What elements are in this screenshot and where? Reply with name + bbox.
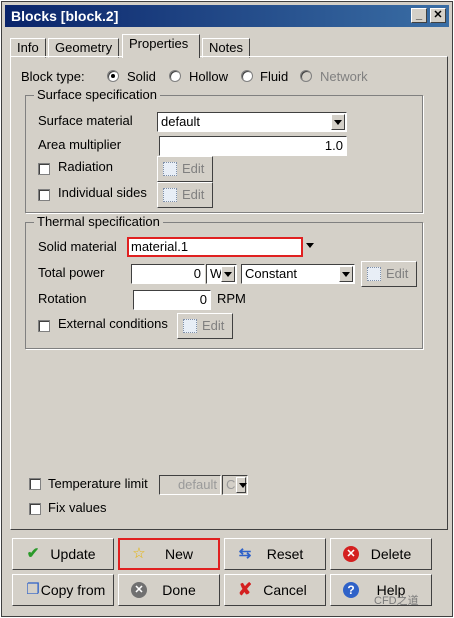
fix-values-label: Fix values bbox=[48, 500, 107, 515]
radio-fluid-label: Fluid bbox=[260, 69, 289, 84]
watermark: CFD之道 bbox=[374, 595, 419, 607]
sides-edit-button[interactable]: Edit bbox=[157, 182, 213, 208]
copy-icon: ❐ bbox=[26, 581, 40, 598]
tab-properties[interactable]: Properties bbox=[122, 34, 200, 58]
update-button[interactable]: ✔ Update bbox=[12, 538, 114, 570]
radiation-edit-label: Edit bbox=[182, 161, 205, 176]
chevron-down-icon[interactable] bbox=[339, 266, 353, 282]
temperature-limit-checkbox[interactable] bbox=[29, 478, 41, 490]
surface-material-select[interactable]: default bbox=[157, 112, 347, 132]
solid-material-label: Solid material bbox=[38, 239, 117, 254]
temperature-unit-select[interactable]: C bbox=[222, 475, 248, 495]
thermal-spec-group: Thermal specification Solid material mat… bbox=[25, 214, 423, 349]
temperature-unit-value: C bbox=[226, 477, 236, 492]
reset-button[interactable]: ⇆ Reset bbox=[224, 538, 326, 570]
update-label: Update bbox=[50, 546, 96, 562]
power-unit-select[interactable]: W bbox=[206, 264, 237, 284]
individual-sides-label: Individual sides bbox=[58, 185, 147, 200]
done-button[interactable]: ✕ Done bbox=[118, 574, 220, 606]
rotation-unit-label: RPM bbox=[217, 291, 246, 306]
block-type-label: Block type: bbox=[21, 69, 85, 84]
new-label: New bbox=[164, 546, 193, 562]
power-edit-button[interactable]: Edit bbox=[361, 261, 417, 287]
surface-spec-title: Surface specification bbox=[34, 87, 160, 102]
surface-spec-group: Surface specification Surface material d… bbox=[25, 87, 423, 213]
radio-hollow[interactable] bbox=[169, 70, 181, 82]
radio-solid-label: Solid bbox=[127, 69, 156, 84]
power-edit-label: Edit bbox=[386, 266, 409, 281]
external-conditions-checkbox[interactable] bbox=[38, 320, 50, 332]
done-label: Done bbox=[162, 582, 196, 598]
power-mode-select[interactable]: Constant bbox=[241, 264, 355, 284]
delete-button[interactable]: ✕ Delete bbox=[330, 538, 432, 570]
edit-icon bbox=[163, 188, 177, 202]
edit-icon bbox=[163, 162, 177, 176]
cancel-label: Cancel bbox=[263, 582, 307, 598]
individual-sides-checkbox[interactable] bbox=[38, 189, 50, 201]
blocks-window: Blocks [block.2] _ ✕ Info Geometry Prope… bbox=[1, 1, 453, 617]
total-power-input[interactable]: 0 bbox=[131, 264, 205, 284]
chevron-down-icon[interactable] bbox=[236, 477, 247, 493]
area-multiplier-label: Area multiplier bbox=[38, 137, 122, 152]
radiation-label: Radiation bbox=[58, 159, 113, 174]
refresh-icon: ⇆ bbox=[238, 545, 252, 562]
close-button[interactable]: ✕ bbox=[430, 8, 446, 23]
copy-from-button[interactable]: ❐ Copy from bbox=[12, 574, 114, 606]
chevron-down-icon[interactable] bbox=[304, 238, 318, 256]
new-button[interactable]: ☆ New bbox=[118, 538, 220, 570]
area-multiplier-input[interactable]: 1.0 bbox=[159, 136, 347, 156]
chevron-down-icon[interactable] bbox=[221, 266, 235, 282]
radiation-edit-button[interactable]: Edit bbox=[157, 156, 213, 182]
edit-icon bbox=[183, 319, 197, 333]
temperature-limit-input[interactable]: default bbox=[159, 475, 221, 495]
surface-material-value: default bbox=[161, 114, 201, 129]
solid-material-select[interactable]: material.1 bbox=[127, 237, 303, 257]
external-edit-label: Edit bbox=[202, 318, 225, 333]
radio-fluid[interactable] bbox=[241, 70, 253, 82]
tab-info[interactable]: Info bbox=[10, 38, 46, 58]
radio-hollow-label: Hollow bbox=[189, 69, 229, 84]
external-edit-button[interactable]: Edit bbox=[177, 313, 233, 339]
radio-network[interactable] bbox=[300, 70, 312, 82]
fix-values-checkbox[interactable] bbox=[29, 503, 41, 515]
reset-label: Reset bbox=[266, 546, 304, 562]
window-title: Blocks [block.2] bbox=[11, 8, 119, 24]
surface-material-label: Surface material bbox=[38, 113, 133, 128]
radio-solid[interactable] bbox=[107, 70, 119, 82]
delete-icon: ✕ bbox=[343, 546, 359, 562]
external-conditions-label: External conditions bbox=[58, 316, 168, 331]
tab-notes[interactable]: Notes bbox=[202, 38, 250, 58]
rotation-label: Rotation bbox=[38, 291, 87, 306]
copy-from-label: Copy from bbox=[40, 582, 106, 598]
help-icon: ? bbox=[343, 582, 359, 598]
temperature-limit-label: Temperature limit bbox=[48, 476, 148, 491]
radiation-checkbox[interactable] bbox=[38, 163, 50, 175]
cancel-button[interactable]: ✘ Cancel bbox=[224, 574, 326, 606]
properties-panel: Block type: Solid Hollow Fluid Network S… bbox=[10, 56, 448, 530]
power-mode-value: Constant bbox=[245, 266, 298, 281]
edit-icon bbox=[367, 267, 381, 281]
minimize-button[interactable]: _ bbox=[411, 8, 427, 23]
delete-label: Delete bbox=[370, 546, 412, 562]
solid-material-value: material.1 bbox=[131, 239, 189, 254]
done-icon: ✕ bbox=[131, 582, 147, 598]
chevron-down-icon[interactable] bbox=[331, 114, 345, 130]
checkmark-icon: ✔ bbox=[26, 545, 40, 562]
star-icon: ☆ bbox=[132, 545, 146, 562]
cross-icon: ✘ bbox=[237, 580, 253, 599]
radio-network-label: Network bbox=[320, 69, 368, 84]
sides-edit-label: Edit bbox=[182, 187, 205, 202]
tab-geometry[interactable]: Geometry bbox=[48, 38, 120, 58]
thermal-spec-title: Thermal specification bbox=[34, 214, 163, 229]
total-power-label: Total power bbox=[38, 265, 105, 280]
title-bar: Blocks [block.2] _ ✕ bbox=[5, 5, 449, 27]
rotation-input[interactable]: 0 bbox=[133, 290, 211, 310]
